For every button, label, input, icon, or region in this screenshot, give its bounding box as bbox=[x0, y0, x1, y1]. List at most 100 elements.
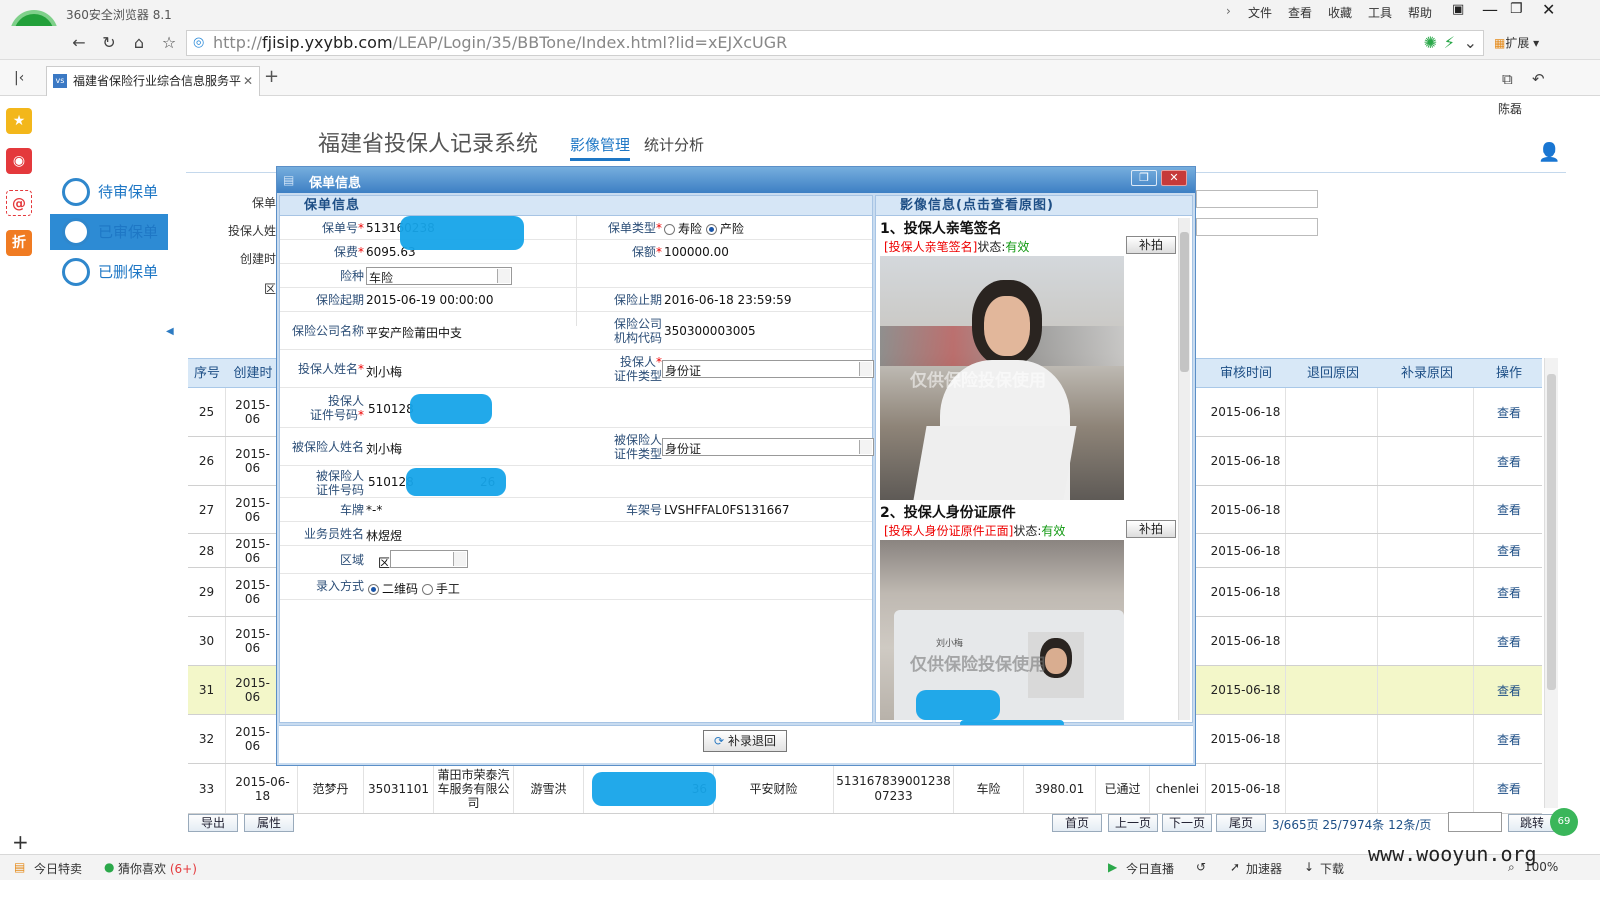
prev-page-button[interactable]: 上一页 bbox=[1108, 814, 1158, 832]
col-return-reason[interactable]: 退回原因 bbox=[1288, 359, 1378, 389]
dropdown-icon[interactable]: ⌄ bbox=[1464, 31, 1477, 55]
tab-image-management[interactable]: 影像管理 bbox=[570, 134, 631, 161]
back-icon[interactable]: ← bbox=[68, 32, 90, 54]
restore-tabs-icon[interactable]: ⧉ bbox=[1502, 70, 1513, 88]
dialog-close-icon[interactable]: ✕ bbox=[1161, 170, 1187, 186]
document-icon bbox=[62, 258, 90, 286]
view-link[interactable]: 查看 bbox=[1476, 764, 1542, 813]
filter-input-right-1[interactable] bbox=[1196, 190, 1318, 208]
app-title: 360安全浏览器 8.1 bbox=[66, 8, 172, 22]
address-bar[interactable]: ◎ http://fjisip.yxybb.com/LEAP/Login/35/… bbox=[186, 30, 1484, 56]
dialog-titlebar[interactable]: ▤ 保单信息 ❐ ✕ bbox=[277, 167, 1195, 193]
skin-icon[interactable]: ▣ bbox=[1452, 2, 1464, 17]
properties-button[interactable]: 属性 bbox=[244, 814, 294, 832]
retake-button-1[interactable]: 补拍 bbox=[1126, 236, 1176, 254]
radio-life[interactable] bbox=[664, 224, 675, 235]
menu-favorites[interactable]: 收藏 bbox=[1328, 4, 1352, 21]
view-link[interactable]: 查看 bbox=[1476, 437, 1542, 485]
sidebar-item-reviewed[interactable]: 已审保单 bbox=[50, 214, 168, 250]
weibo-icon[interactable]: ◉ bbox=[6, 148, 32, 174]
view-link[interactable]: 查看 bbox=[1476, 388, 1542, 436]
sidebar-item-deleted[interactable]: 已删保单 bbox=[50, 254, 168, 290]
signature-photo[interactable]: 仅供保险投保使用 bbox=[880, 256, 1124, 500]
menu-arrow-icon[interactable]: › bbox=[1226, 4, 1231, 18]
region-select[interactable] bbox=[390, 550, 468, 568]
policy-section-header: 保单信息 bbox=[280, 196, 872, 216]
cell-date: 2015-06-18 bbox=[228, 764, 298, 813]
speed-ball-icon[interactable]: 69 bbox=[1550, 808, 1578, 836]
history-icon[interactable]: ↺ bbox=[1196, 860, 1206, 874]
sidebar-toggle-icon[interactable]: |‹ bbox=[14, 70, 24, 86]
extensions-button[interactable]: ▦扩展 ▾ bbox=[1494, 34, 1539, 51]
collapse-arrow-icon[interactable]: ◀ bbox=[166, 326, 174, 337]
last-page-button[interactable]: 尾页 bbox=[1216, 814, 1266, 832]
view-link[interactable]: 查看 bbox=[1476, 617, 1542, 665]
filter-input-right-2[interactable] bbox=[1196, 218, 1318, 236]
accelerator-link[interactable]: 加速器 bbox=[1246, 860, 1282, 877]
radio-qr[interactable] bbox=[368, 584, 379, 595]
menu-view[interactable]: 查看 bbox=[1288, 4, 1312, 21]
filter-label-holder: 投保人姓 bbox=[228, 224, 277, 238]
view-link[interactable]: 查看 bbox=[1476, 486, 1542, 533]
grid-scrollbar[interactable] bbox=[1544, 358, 1558, 808]
safety-icon[interactable]: ✺ bbox=[1424, 31, 1437, 55]
menu-tools[interactable]: 工具 bbox=[1368, 4, 1392, 21]
discount-icon[interactable]: 折 bbox=[6, 230, 32, 256]
tab-statistics[interactable]: 统计分析 bbox=[644, 134, 704, 155]
minimize-icon[interactable]: — bbox=[1482, 0, 1498, 19]
holder-name-label: 投保人姓名 bbox=[297, 362, 358, 376]
menu-help[interactable]: 帮助 bbox=[1408, 4, 1432, 21]
page-jump-input[interactable] bbox=[1448, 812, 1502, 832]
view-link[interactable]: 查看 bbox=[1476, 568, 1542, 616]
view-link[interactable]: 查看 bbox=[1476, 715, 1542, 763]
add-widget-icon[interactable]: + bbox=[12, 830, 29, 854]
return-for-supplement-button[interactable]: ⟳ 补录退回 bbox=[703, 730, 787, 752]
image-scrollbar[interactable] bbox=[1178, 218, 1190, 720]
next-page-button[interactable]: 下一页 bbox=[1162, 814, 1212, 832]
holder-idtype-label-1: 投保人 bbox=[619, 355, 656, 369]
user-icon[interactable]: 👤 bbox=[1538, 142, 1560, 163]
star-icon[interactable]: ★ bbox=[6, 108, 32, 134]
maximize-icon[interactable]: ❐ bbox=[1510, 1, 1523, 17]
view-link[interactable]: 查看 bbox=[1476, 666, 1542, 714]
cell-supp bbox=[1380, 568, 1474, 616]
tab-close-icon[interactable]: ✕ bbox=[243, 67, 253, 95]
home-icon[interactable]: ⌂ bbox=[128, 32, 150, 54]
speed-icon[interactable]: ⚡ bbox=[1444, 31, 1455, 55]
col-review-time[interactable]: 审核时间 bbox=[1206, 359, 1286, 389]
mail-icon[interactable]: @ bbox=[6, 190, 32, 216]
dialog-restore-icon[interactable]: ❐ bbox=[1131, 170, 1157, 186]
table-row[interactable]: 33 2015-06-18 范梦丹 35031101 莆田市荣泰汽车服务有限公司… bbox=[188, 764, 1542, 814]
new-tab-icon[interactable]: + bbox=[264, 66, 279, 87]
today-deals-link[interactable]: 今日特卖 bbox=[34, 860, 82, 877]
view-link[interactable]: 查看 bbox=[1476, 534, 1542, 567]
undo-close-icon[interactable]: ↶ bbox=[1532, 70, 1545, 88]
jump-button[interactable]: 跳转 bbox=[1508, 814, 1556, 832]
close-window-icon[interactable]: ✕ bbox=[1542, 0, 1555, 19]
grid-scroll-thumb[interactable] bbox=[1547, 374, 1556, 690]
kind-select[interactable]: 车险 bbox=[366, 267, 512, 285]
image-scroll-thumb[interactable] bbox=[1180, 232, 1189, 372]
first-page-button[interactable]: 首页 bbox=[1052, 814, 1102, 832]
col-created[interactable]: 创建时 bbox=[228, 359, 278, 389]
sidebar-item-pending[interactable]: 待审保单 bbox=[50, 174, 168, 210]
id-card-photo[interactable]: 刘小梅 仅供保险投保使用 bbox=[880, 540, 1124, 720]
refresh-icon[interactable]: ↻ bbox=[98, 32, 120, 54]
col-seq[interactable]: 序号 bbox=[188, 359, 226, 389]
insured-idtype-select[interactable]: 身份证 bbox=[662, 438, 874, 456]
menu-file[interactable]: 文件 bbox=[1248, 4, 1272, 21]
play-icon: ▶ bbox=[1108, 860, 1118, 874]
holder-idtype-select[interactable]: 身份证 bbox=[662, 360, 874, 378]
cell-review: 2015-06-18 bbox=[1206, 534, 1286, 567]
favorite-star-icon[interactable]: ☆ bbox=[158, 32, 180, 54]
radio-property[interactable] bbox=[705, 224, 717, 235]
export-button[interactable]: 导出 bbox=[188, 814, 238, 832]
download-link[interactable]: 下载 bbox=[1320, 860, 1344, 877]
col-supp-reason[interactable]: 补录原因 bbox=[1380, 359, 1474, 389]
radio-manual[interactable] bbox=[421, 584, 433, 595]
live-link[interactable]: 今日直播 bbox=[1126, 860, 1174, 877]
retake-button-2[interactable]: 补拍 bbox=[1126, 520, 1176, 538]
col-action[interactable]: 操作 bbox=[1476, 359, 1542, 389]
guess-link[interactable]: 猜你喜欢 (6+) bbox=[118, 860, 197, 877]
browser-tab[interactable]: vs 福建省保险行业综合信息服务平 ✕ bbox=[46, 66, 260, 96]
